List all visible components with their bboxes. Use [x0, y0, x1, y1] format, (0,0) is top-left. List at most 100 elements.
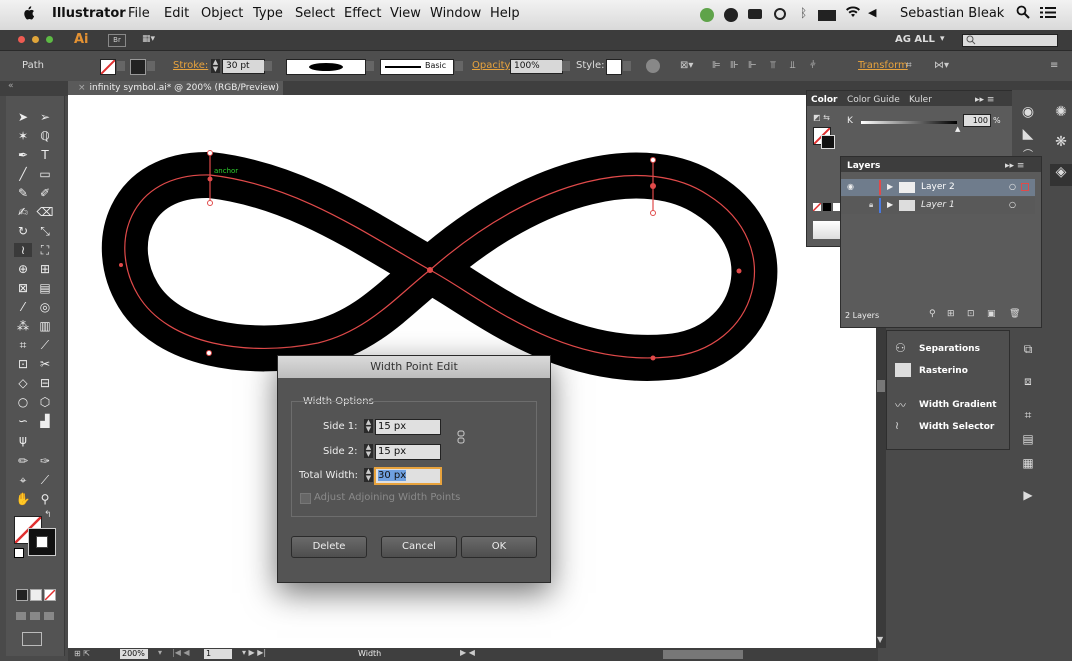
first-artboard-icon[interactable]: |◀ ◀	[172, 648, 190, 657]
locate-object-icon[interactable]: ⚲	[929, 309, 936, 319]
side2-input[interactable]: 15 px	[375, 444, 441, 460]
fill-swatch[interactable]	[100, 59, 116, 75]
align-panel-icon[interactable]: ⌗	[1016, 408, 1040, 426]
graphic-styles-icon[interactable]: ◣	[1016, 126, 1040, 146]
layer-row[interactable]: ◉ ▶ Layer 2 ○	[841, 179, 1035, 196]
scroll-down-icon[interactable]: ▼	[877, 635, 883, 644]
stroke-weight-dropdown-icon[interactable]	[264, 61, 272, 71]
menu-edit[interactable]: Edit	[164, 6, 189, 21]
menu-view[interactable]: View	[390, 6, 421, 21]
target-icon[interactable]: ○	[1009, 200, 1016, 209]
symbols-icon[interactable]: ❋	[1050, 134, 1072, 154]
clipping-mask-icon[interactable]: ⊞	[947, 309, 955, 319]
align-middle-icon[interactable]: ⫫	[790, 60, 796, 71]
reset-colors-icon[interactable]: ◩ ⇆	[813, 113, 830, 122]
panel-menu-icon[interactable]: ▸▸ ≡	[975, 95, 994, 105]
current-tool-status[interactable]: Width	[358, 649, 381, 658]
delete-button[interactable]: Delete	[291, 536, 367, 558]
fill-dropdown-icon[interactable]	[117, 61, 125, 71]
total-width-stepper[interactable]: ▲ ▼	[364, 468, 373, 482]
zoom-level-field[interactable]: 200%	[120, 649, 148, 659]
dialog-title[interactable]: Width Point Edit	[278, 356, 550, 378]
opacity-input[interactable]: 100%	[510, 59, 563, 74]
default-colors-icon[interactable]	[14, 548, 24, 558]
zoom-dropdown-icon[interactable]: ▾	[158, 648, 162, 657]
next-artboard-icon[interactable]: ▾ ▶ ▶|	[242, 648, 266, 657]
gradient-mode-icon[interactable]	[30, 589, 42, 601]
menu-help[interactable]: Help	[490, 6, 520, 21]
stroke-color-swatch[interactable]	[28, 528, 56, 556]
style-dropdown-icon[interactable]	[623, 61, 631, 71]
crop-tool-icon[interactable]: ⌖	[14, 473, 32, 487]
more-options-icon[interactable]: ⋈▾	[934, 60, 949, 71]
artboard-nav-icon[interactable]: ⊞ ⇱	[74, 649, 90, 658]
search-help-input[interactable]	[962, 34, 1058, 47]
close-window-icon[interactable]	[18, 36, 25, 43]
menu-type[interactable]: Type	[253, 6, 283, 21]
column-graph-tool-icon[interactable]: ▥	[36, 319, 54, 333]
variable-width-profile-dropdown[interactable]	[286, 59, 366, 75]
draw-normal-icon[interactable]	[16, 612, 26, 620]
layers-icon[interactable]: ◈	[1050, 164, 1072, 186]
rectangle-tool-icon[interactable]: ▭	[36, 167, 54, 181]
status-menu-icon[interactable]: ▶ ◀	[460, 648, 475, 657]
pencil-tool-icon[interactable]: ✐	[36, 186, 54, 200]
slice-tool-icon[interactable]: ⟋	[36, 338, 54, 352]
close-tab-icon[interactable]: ×	[78, 83, 86, 93]
lock-icon[interactable]: 🔒︎	[869, 200, 873, 210]
zoom-tool-icon[interactable]: ⚲	[36, 492, 54, 506]
menu-effect[interactable]: Effect	[344, 6, 381, 21]
menu-object[interactable]: Object	[201, 6, 243, 21]
blob-brush-tool-icon[interactable]: ✍	[14, 205, 32, 219]
type-tool-icon[interactable]: T	[36, 148, 54, 162]
align-left-icon[interactable]: ⊫	[712, 60, 721, 71]
target-icon[interactable]: ○	[1009, 182, 1016, 191]
color-stroke-swatch[interactable]	[821, 135, 835, 149]
recolor-artwork-icon[interactable]	[646, 59, 660, 73]
k-slider[interactable]	[861, 121, 957, 124]
document-tab[interactable]: × infinity symbol.ai* @ 200% (RGB/Preview…	[68, 81, 283, 95]
layer-name[interactable]: Layer 2	[921, 182, 955, 192]
width-selector-item[interactable]: Width Selector	[919, 422, 994, 432]
rasterino-item[interactable]: Rasterino	[919, 366, 968, 376]
ok-button[interactable]: OK	[461, 536, 537, 558]
time-machine-icon[interactable]	[774, 8, 786, 20]
free-transform-tool-icon[interactable]: ⛶	[36, 243, 54, 257]
bridge-button[interactable]: Br	[108, 34, 126, 47]
direct-selection-tool-icon[interactable]: ➢	[36, 110, 54, 124]
cancel-button[interactable]: Cancel	[381, 536, 457, 558]
layers-panel-menu-icon[interactable]: ▸▸ ≡	[1005, 161, 1024, 171]
workspace-dropdown-icon[interactable]: ▾	[940, 34, 945, 44]
hand-tool-icon[interactable]: ✋	[14, 492, 32, 506]
navigator-icon[interactable]: ▤	[1016, 432, 1040, 450]
volume-icon[interactable]: ◀	[868, 6, 876, 19]
blend-tool-icon[interactable]: ◎	[36, 300, 54, 314]
layer-row[interactable]: 🔒︎ ▶ Layer 1 ○	[841, 197, 1035, 214]
zoom-window-icon[interactable]	[46, 36, 53, 43]
live-paint-tool-icon[interactable]: ◇	[14, 376, 32, 390]
swap-fill-stroke-icon[interactable]: ↰	[44, 510, 52, 520]
side1-input[interactable]: 15 px	[375, 419, 441, 435]
delete-layer-icon[interactable]: 🗑︎	[1009, 309, 1020, 319]
brush-dropdown-icon[interactable]	[455, 61, 463, 71]
k-slider-handle-icon[interactable]: ▲	[955, 125, 960, 133]
line-segment-tool-icon[interactable]: ╱	[14, 167, 32, 181]
eyedropper-tool-icon[interactable]: ⁄	[14, 300, 32, 314]
app-menu[interactable]: Illustrator	[52, 6, 126, 21]
draw-inside-icon[interactable]	[44, 612, 54, 620]
status-battery-menu-icon[interactable]	[748, 9, 762, 19]
graphic-style-swatch[interactable]	[606, 59, 622, 75]
spotlight-search-icon[interactable]	[1016, 5, 1030, 23]
color-spectrum[interactable]	[813, 221, 841, 239]
scroll-thumb[interactable]	[877, 380, 885, 392]
live-paint-selection-tool-icon[interactable]: ⊟	[36, 376, 54, 390]
artboard-number-field[interactable]: 1	[204, 649, 232, 659]
adjust-adjoining-checkbox[interactable]	[300, 493, 311, 504]
layer-name[interactable]: Layer 1	[921, 200, 955, 210]
align-to-icon[interactable]: ⊠▾	[680, 60, 693, 71]
separations-item[interactable]: Separations	[919, 344, 980, 354]
draw-behind-icon[interactable]	[30, 612, 40, 620]
side1-stepper[interactable]: ▲ ▼	[364, 419, 373, 433]
warp-tool-icon[interactable]: ψ	[14, 433, 32, 447]
pencil-alt-tool-icon[interactable]: ✏	[14, 454, 32, 468]
